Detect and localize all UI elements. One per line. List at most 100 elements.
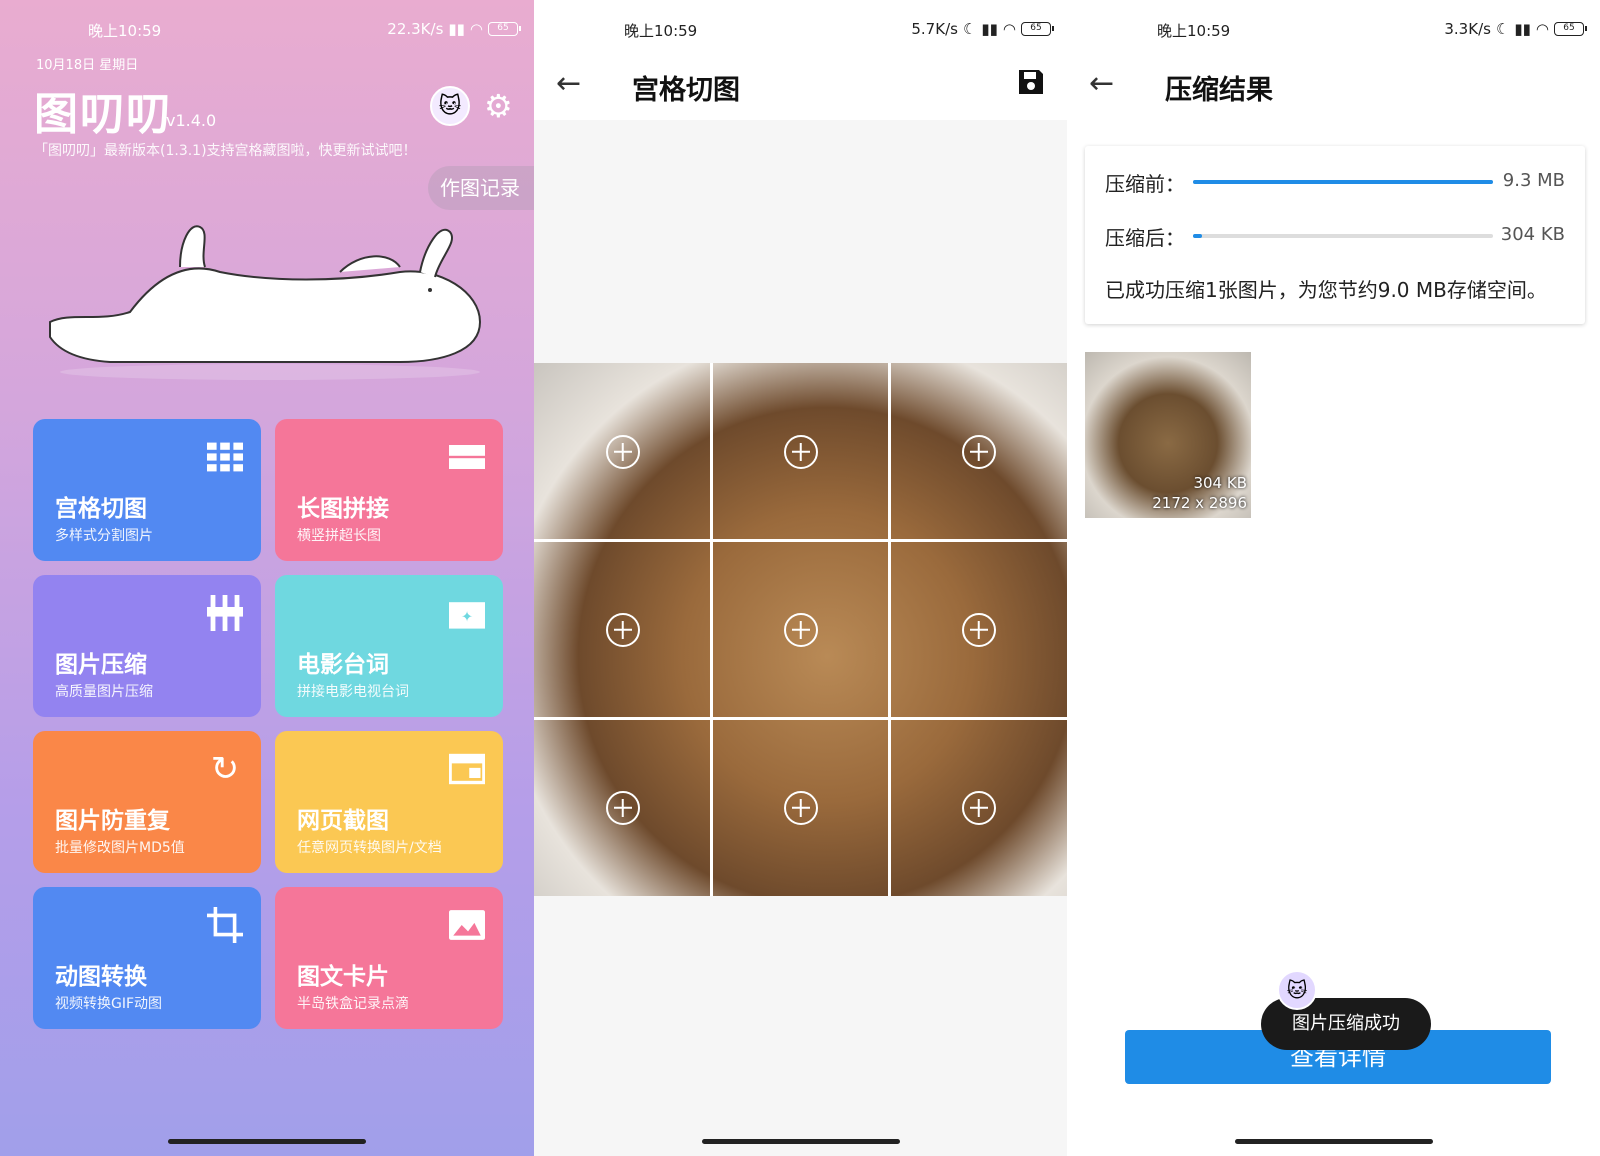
- card-subtitle: 视频转换GIF动图: [55, 996, 163, 1012]
- grid-divider: [534, 539, 1067, 542]
- battery-icon: 65: [1554, 22, 1587, 36]
- add-icon: [783, 790, 818, 825]
- movie-icon: ✦: [449, 602, 485, 629]
- battery-icon: 65: [488, 22, 521, 36]
- card-web-screenshot[interactable]: 网页截图 任意网页转换图片/文档: [275, 731, 503, 873]
- before-value: 9.3 MB: [1502, 170, 1565, 191]
- gesture-bar[interactable]: [702, 1139, 900, 1144]
- grid-cell[interactable]: [712, 541, 889, 718]
- add-icon: [783, 434, 818, 469]
- svg-text:✦: ✦: [461, 609, 473, 625]
- grid-cell[interactable]: [890, 363, 1067, 540]
- avatar[interactable]: 🐱: [430, 86, 470, 126]
- status-time: 晚上10:59: [88, 22, 162, 40]
- update-notice[interactable]: 「图叨叨」最新版本(1.3.1)支持宫格藏图啦，快更新试试吧！: [34, 140, 417, 160]
- wifi-icon: ◠: [469, 20, 483, 38]
- gear-icon[interactable]: ⚙: [484, 90, 513, 122]
- page-title: 压缩结果: [1165, 75, 1273, 106]
- before-bar-fill: [1193, 180, 1493, 184]
- card-subtitle: 拼接电影电视台词: [297, 684, 409, 700]
- thumb-dimensions: 2172 x 2896: [1152, 494, 1247, 512]
- card-gif-convert[interactable]: 动图转换 视频转换GIF动图: [33, 887, 261, 1029]
- result-card: 压缩前： 9.3 MB 压缩后： 304 KB 已成功压缩1张图片，为您节约9.…: [1085, 146, 1585, 324]
- grid-cell[interactable]: [890, 541, 1067, 718]
- signal-icon: ▮▮: [448, 20, 465, 38]
- card-long-stitch[interactable]: 长图拼接 横竖拼超长图: [275, 419, 503, 561]
- add-icon: [605, 612, 640, 647]
- toolbar: ← 压缩结果: [1067, 60, 1600, 120]
- card-grid-cut[interactable]: 宫格切图 多样式分割图片: [33, 419, 261, 561]
- thumb-size: 304 KB: [1193, 474, 1247, 492]
- card-subtitle: 横竖拼超长图: [297, 528, 381, 544]
- toolbar: ← 宫格切图: [534, 60, 1067, 120]
- summary-text: 已成功压缩1张图片，为您节约9.0 MB存储空间。: [1105, 278, 1547, 302]
- grid-icon: [207, 442, 243, 472]
- image-icon: [449, 910, 485, 940]
- network-speed: 5.7K/s: [911, 20, 958, 38]
- cat-avatar-icon: 🐱: [1277, 970, 1317, 1010]
- card-title: 网页截图: [297, 808, 389, 834]
- grid-cell[interactable]: [712, 363, 889, 540]
- gesture-bar[interactable]: [168, 1139, 366, 1144]
- card-subtitle: 批量修改图片MD5值: [55, 840, 185, 856]
- card-title: 电影台词: [297, 652, 389, 678]
- back-arrow-icon[interactable]: ←: [1089, 66, 1114, 101]
- signal-icon: ▮▮: [1514, 20, 1531, 38]
- add-icon: [783, 612, 818, 647]
- app-title: 图叨叨: [34, 89, 172, 140]
- back-arrow-icon[interactable]: ←: [556, 66, 581, 101]
- result-thumbnail[interactable]: 304 KB 2172 x 2896: [1085, 352, 1251, 518]
- wifi-icon: ◠: [1002, 20, 1016, 38]
- grid-cell[interactable]: [534, 541, 711, 718]
- grid-cell[interactable]: [712, 719, 889, 896]
- card-text-card[interactable]: 图文卡片 半岛铁盒记录点滴: [275, 887, 503, 1029]
- add-icon: [605, 790, 640, 825]
- stack-icon: [449, 445, 485, 469]
- after-bar: [1193, 234, 1493, 238]
- after-label: 压缩后：: [1105, 226, 1185, 250]
- add-icon: [961, 434, 996, 469]
- status-bar: 晚上10:59 3.3K/s ☾ ▮▮ ◠ 65: [1067, 16, 1600, 46]
- webpage-icon: [449, 753, 485, 785]
- after-value: 304 KB: [1500, 224, 1565, 245]
- card-compress[interactable]: 图片压缩 高质量图片压缩: [33, 575, 261, 717]
- grid-divider: [888, 363, 891, 896]
- grid-cell[interactable]: [534, 719, 711, 896]
- moon-icon: ☾: [1495, 20, 1510, 38]
- status-time: 晚上10:59: [624, 22, 698, 40]
- card-subtitle: 半岛铁盒记录点滴: [297, 996, 409, 1012]
- card-subtitle: 高质量图片压缩: [55, 684, 153, 700]
- grid-cell[interactable]: [534, 363, 711, 540]
- grid-divider: [534, 717, 1067, 720]
- card-title: 长图拼接: [297, 496, 389, 522]
- network-speed: 22.3K/s: [387, 20, 444, 38]
- home-screen: 晚上10:59 22.3K/s ▮▮ ◠ 65 10月18日 星期日 图叨叨 v…: [0, 0, 534, 1156]
- after-bar-fill: [1193, 234, 1202, 238]
- card-subtitle: 任意网页转换图片/文档: [297, 840, 442, 856]
- date-label: 10月18日 星期日: [36, 58, 139, 73]
- card-subtitle: 多样式分割图片: [55, 528, 153, 544]
- before-label: 压缩前：: [1105, 172, 1185, 196]
- sleeping-cat-illustration: [49, 225, 482, 380]
- add-icon: [961, 790, 996, 825]
- history-button[interactable]: 作图记录: [428, 166, 534, 210]
- battery-icon: 65: [1021, 22, 1054, 36]
- card-title: 动图转换: [55, 964, 147, 990]
- status-time: 晚上10:59: [1157, 22, 1231, 40]
- crop-icon: [207, 907, 243, 943]
- cat-avatar-icon: 🐱: [438, 93, 462, 119]
- card-movie-lines[interactable]: ✦ 电影台词 拼接电影电视台词: [275, 575, 503, 717]
- before-bar: [1193, 180, 1493, 184]
- card-dedupe[interactable]: ↻ 图片防重复 批量修改图片MD5值: [33, 731, 261, 873]
- refresh-icon: ↻: [210, 749, 240, 789]
- grid-cell[interactable]: [890, 719, 1067, 896]
- card-title: 图文卡片: [297, 964, 389, 990]
- card-title: 图片压缩: [55, 652, 147, 678]
- app-version: v1.4.0: [166, 111, 217, 130]
- moon-icon: ☾: [962, 20, 977, 38]
- signal-icon: ▮▮: [981, 20, 998, 38]
- save-icon[interactable]: [1017, 68, 1045, 96]
- grid-cut-screen: 晚上10:59 5.7K/s ☾ ▮▮ ◠ 65 ← 宫格切图: [534, 0, 1067, 1156]
- image-grid: [534, 363, 1067, 896]
- gesture-bar[interactable]: [1235, 1139, 1433, 1144]
